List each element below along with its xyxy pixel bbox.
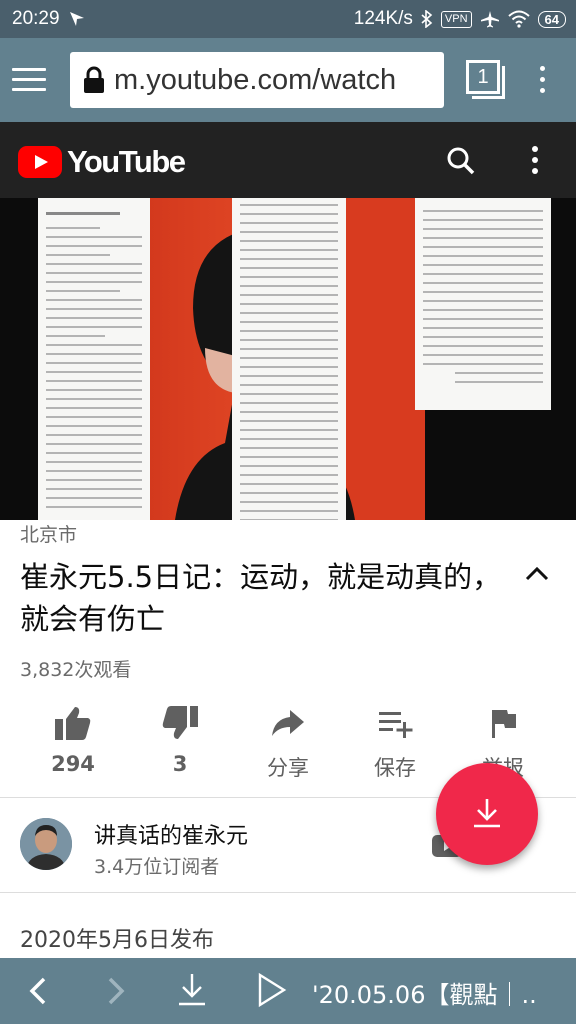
dislike-count: 3	[172, 752, 188, 776]
now-playing-title[interactable]: '20.05.06【觀點｜..	[312, 975, 576, 1010]
video-location: 北京市	[20, 524, 78, 546]
youtube-logo[interactable]: YouTube	[18, 144, 186, 180]
airplane-mode-icon	[480, 11, 499, 28]
share-icon	[272, 710, 304, 736]
wifi-icon	[507, 10, 530, 28]
thumbs-up-icon	[55, 707, 91, 740]
location-arrow-icon	[70, 12, 84, 26]
address-bar[interactable]: m.youtube.com/watch	[70, 52, 444, 108]
article-page-3	[415, 198, 551, 410]
save-label: 保存	[374, 756, 416, 780]
bottom-toolbar: '20.05.06【觀點｜..	[0, 958, 576, 1024]
status-time: 20:29	[12, 8, 60, 29]
browser-overflow-menu-icon[interactable]	[540, 66, 546, 99]
publish-date: 2020年5月6日发布	[20, 928, 214, 953]
divider	[0, 892, 576, 893]
save-playlist-icon	[379, 712, 413, 738]
chevron-up-icon[interactable]	[524, 564, 550, 584]
hamburger-menu-icon[interactable]	[12, 68, 46, 92]
vpn-badge: VPN	[440, 10, 472, 28]
channel-avatar[interactable]	[20, 818, 72, 870]
dislike-button[interactable]: 3	[126, 700, 234, 776]
article-page-2	[232, 198, 346, 520]
download-fab[interactable]	[436, 763, 538, 865]
download-icon[interactable]	[176, 972, 208, 1008]
forward-arrow-icon[interactable]	[104, 976, 128, 1006]
channel-name[interactable]: 讲真话的崔永元	[94, 818, 248, 850]
youtube-play-icon	[18, 146, 62, 178]
back-arrow-icon[interactable]	[26, 976, 50, 1006]
save-button[interactable]: 保存	[341, 700, 449, 782]
flag-icon	[492, 710, 516, 738]
network-speed: 124K/s	[353, 8, 413, 29]
share-label: 分享	[267, 756, 309, 780]
avatar-portrait-icon	[20, 818, 72, 870]
play-icon[interactable]	[256, 972, 288, 1008]
status-indicators: 124K/s VPN 64	[354, 8, 566, 30]
bluetooth-icon	[421, 10, 433, 28]
youtube-wordmark: YouTube	[67, 144, 186, 179]
article-page-1	[38, 198, 150, 520]
video-player[interactable]	[0, 198, 576, 520]
tab-switcher-icon[interactable]: 1	[466, 60, 505, 99]
view-count: 3,832次观看	[20, 659, 132, 681]
status-bar: 20:29 124K/s VPN 64	[0, 0, 576, 38]
like-button[interactable]: 294	[19, 700, 127, 776]
url-text[interactable]: m.youtube.com/watch	[114, 64, 396, 97]
youtube-header: YouTube	[0, 122, 576, 198]
more-options-icon[interactable]	[532, 146, 540, 179]
video-title: 崔永元5.5日记：运动，就是动真的，就会有伤亡	[20, 560, 502, 636]
download-icon	[474, 799, 500, 828]
browser-toolbar: m.youtube.com/watch 1	[0, 38, 576, 122]
thumbs-down-icon	[162, 706, 198, 739]
battery-indicator: 64	[537, 10, 566, 28]
share-button[interactable]: 分享	[234, 700, 342, 782]
subscriber-count: 3.4万位订阅者	[94, 856, 220, 878]
search-icon[interactable]	[446, 146, 476, 176]
like-count: 294	[51, 752, 95, 776]
lock-icon	[84, 66, 104, 93]
